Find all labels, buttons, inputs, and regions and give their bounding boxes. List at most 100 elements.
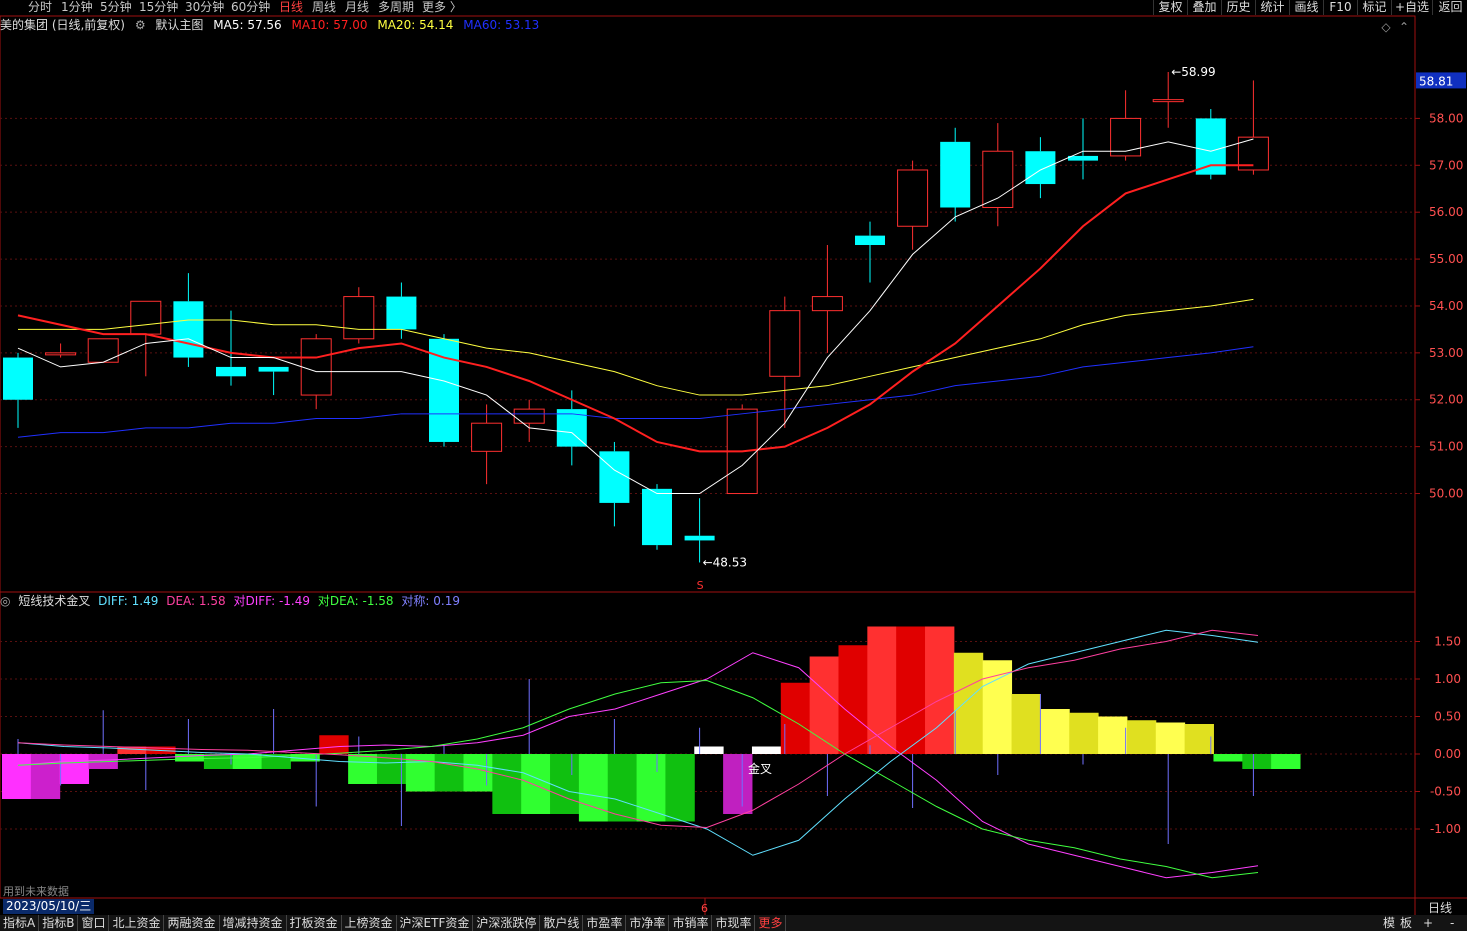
candle-body-up: [471, 422, 503, 452]
macd-histogram-bar: [30, 754, 61, 799]
sub-tick-label: -0.50: [1430, 785, 1461, 799]
macd-histogram-bar: [463, 754, 493, 792]
macd-histogram-bar: [953, 652, 984, 754]
price-tick-label: 57.00: [1429, 158, 1463, 172]
macd-histogram-bar: [1242, 754, 1272, 769]
candle-body-down: [3, 357, 33, 400]
candle-body-down: [173, 301, 204, 358]
candle-body-up: [87, 338, 119, 363]
macd-histogram-bar: [203, 754, 234, 769]
kline-chart[interactable]: 50.00 51.00 52.00 53.00 54.00 55.00 56.00 57.00…: [0, 0, 1467, 915]
future-data-note: 用到未来数据: [3, 885, 69, 898]
price-tick-label: 56.00: [1429, 205, 1463, 219]
tab-holding-change[interactable]: 增减持资金: [220, 915, 287, 931]
golden-cross-label: 金叉: [748, 761, 772, 776]
period-label: 日线: [1428, 901, 1452, 915]
macd-histogram-bar: [1011, 694, 1041, 754]
candle-body-down: [1025, 151, 1056, 185]
candle-body-down: [386, 296, 417, 330]
macd-histogram-bar: [867, 626, 897, 754]
tab-retail-line[interactable]: 散户线: [540, 915, 584, 931]
tab-indicator-b[interactable]: 指标B: [39, 915, 79, 931]
macd-histogram-bar: [694, 746, 724, 754]
zoom-out-button[interactable]: -: [1450, 915, 1454, 931]
candle-body-up: [45, 352, 77, 356]
price-tick-label: 53.00: [1429, 346, 1463, 360]
macd-histogram-bar: [59, 754, 90, 784]
plate-button[interactable]: 板: [1400, 915, 1412, 931]
macd-histogram-bar: [925, 626, 955, 754]
low-price-label: ←48.53: [703, 555, 747, 569]
sub-tick-label: -1.00: [1430, 822, 1461, 836]
candle-body-down: [642, 488, 672, 546]
macd-histogram-bar: [1069, 712, 1099, 754]
macd-histogram-bar: [607, 754, 638, 822]
tab-limit-funds[interactable]: 打板资金: [287, 915, 342, 931]
price-tick-label: 50.00: [1429, 487, 1463, 501]
sub-tick-label: 0.50: [1434, 710, 1461, 724]
macd-histogram-bar: [1271, 754, 1301, 769]
macd-histogram-bar: [1040, 709, 1070, 754]
current-price-label: 58.81: [1419, 74, 1453, 88]
candle-body-up: [343, 296, 375, 340]
high-price-label: ←58.99: [1171, 65, 1215, 79]
cursor-marker: 6: [701, 902, 708, 915]
price-tick-label: 52.00: [1429, 393, 1463, 407]
tab-pcf[interactable]: 市现率: [712, 915, 756, 931]
macd-histogram-bar: [1126, 720, 1157, 754]
sub-tick-label: 1.50: [1434, 635, 1461, 649]
tab-ps[interactable]: 市销率: [669, 915, 713, 931]
candle-body-up: [513, 408, 545, 424]
macd-histogram-bar: [1098, 716, 1128, 754]
sell-signal-mark: S: [697, 579, 704, 592]
candle-body-up: [811, 296, 843, 312]
price-tick-label: 54.00: [1429, 299, 1463, 313]
macd-histogram-bar: [1184, 724, 1214, 754]
zoom-in-button[interactable]: +: [1423, 915, 1433, 931]
tab-window[interactable]: 窗口: [78, 915, 110, 931]
tab-northbound[interactable]: 北上资金: [109, 915, 165, 931]
cursor-date: 2023/05/10/三: [3, 899, 95, 914]
macd-histogram-bar: [1213, 754, 1243, 762]
sub-tick-label: 0.00: [1434, 747, 1461, 761]
macd-histogram-bar: [2, 754, 32, 799]
candle-body-down: [1068, 155, 1098, 161]
tab-billboard[interactable]: 上榜资金: [342, 915, 397, 931]
macd-histogram-bar: [896, 626, 926, 754]
main-panel-frame: [0, 15, 1416, 593]
macd-histogram-bar: [492, 754, 522, 814]
tab-pe[interactable]: 市盈率: [583, 915, 627, 931]
macd-histogram-bar: [348, 754, 378, 784]
candle-body-down: [599, 451, 630, 503]
macd-histogram-bar: [578, 754, 609, 822]
sub-tick-label: 1.00: [1434, 672, 1461, 686]
macd-histogram-bar: [838, 645, 868, 754]
candle-body-down: [940, 141, 971, 208]
template-button[interactable]: 模: [1383, 915, 1395, 931]
macd-histogram-bar: [636, 754, 666, 822]
tab-limit-stats[interactable]: 沪深涨跌停: [473, 915, 541, 931]
macd-histogram-bar: [521, 754, 551, 814]
price-tick-label: 51.00: [1429, 440, 1463, 454]
candle-body-up: [769, 310, 801, 377]
macd-histogram-bar: [232, 754, 263, 769]
diamond-icon: ◇: [1381, 20, 1391, 34]
candle-body-up: [1110, 117, 1142, 157]
tab-margin[interactable]: 两融资金: [164, 915, 220, 931]
macd-histogram-bar: [319, 735, 349, 754]
expand-icon: ⌃: [1399, 20, 1409, 34]
tab-pb[interactable]: 市净率: [626, 915, 670, 931]
tab-more-indicators[interactable]: 更多: [755, 915, 787, 931]
macd-histogram-bar: [751, 746, 782, 754]
tab-etf-funds[interactable]: 沪深ETF资金: [397, 915, 474, 931]
candle-body-up: [130, 300, 162, 335]
candle-body-down: [684, 535, 715, 541]
macd-histogram-bar: [1155, 722, 1186, 754]
tab-indicator-a[interactable]: 指标A: [0, 915, 40, 931]
candle-body-up: [300, 338, 332, 396]
macd-histogram-bar: [809, 656, 839, 754]
candle-body-down: [855, 235, 885, 246]
candle-body-down: [258, 366, 289, 372]
macd-histogram-bar: [550, 754, 580, 814]
candle-body-up: [982, 150, 1014, 208]
